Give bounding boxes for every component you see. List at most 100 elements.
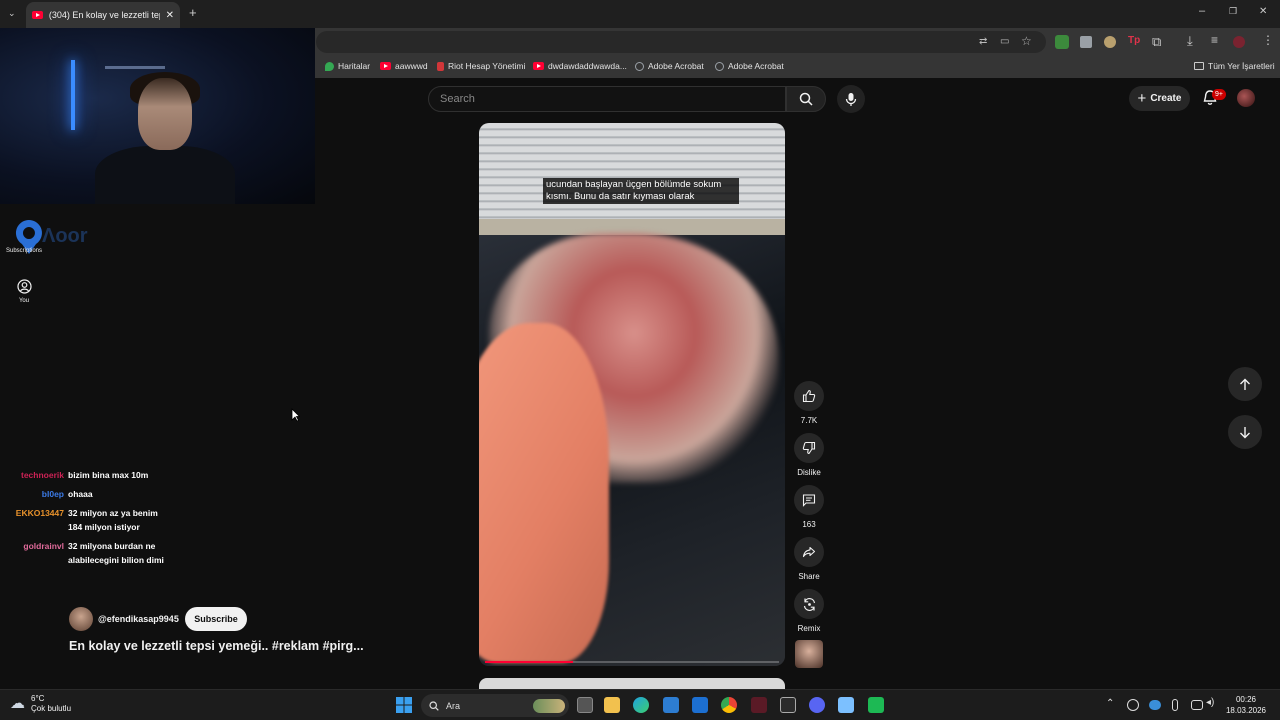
create-label: Create	[1150, 93, 1182, 104]
channel-avatar[interactable]	[69, 607, 93, 631]
voice-search-button[interactable]	[837, 85, 865, 113]
microphone-icon[interactable]	[1172, 699, 1178, 711]
sidebar-item-you[interactable]: You	[0, 279, 48, 304]
extension-icon[interactable]	[1104, 36, 1116, 48]
bookmark-item[interactable]: dwdawdaddwawda...	[533, 61, 627, 71]
windows-start-icon[interactable]	[396, 697, 412, 713]
bookmark-item[interactable]: Adobe Acrobat	[715, 61, 784, 71]
channel-handle[interactable]: @efendikasap9945	[98, 614, 179, 624]
create-button[interactable]: + Create	[1129, 86, 1190, 111]
sound-channel-thumbnail[interactable]	[795, 640, 823, 668]
minimize-icon[interactable]: –	[1199, 5, 1205, 17]
all-bookmarks-button[interactable]: Tüm Yer İşaretleri	[1194, 61, 1275, 71]
kebab-menu-icon[interactable]: ⋮	[1262, 33, 1274, 47]
search-button[interactable]	[786, 86, 826, 112]
outlook-icon[interactable]	[692, 697, 708, 713]
folder-icon	[1194, 62, 1204, 70]
like-count: 7.7K	[800, 416, 818, 425]
bookmark-item[interactable]: Adobe Acrobat	[635, 61, 704, 71]
shorts-video-player[interactable]: ucundan başlayan üçgen bölümde sokum kıs…	[479, 123, 785, 666]
next-video-peek[interactable]	[479, 678, 785, 689]
video-progress-fill	[485, 661, 574, 663]
taskbar-search-label: Ara	[446, 700, 461, 711]
system-tray-chevron-icon[interactable]: ⌃	[1106, 698, 1114, 709]
display-icon[interactable]	[1191, 700, 1203, 710]
video-title[interactable]: En kolay ve lezzetli tepsi yemeği.. #rek…	[69, 639, 364, 653]
chrome-icon[interactable]	[721, 697, 737, 713]
chat-text: 32 milyona burdan ne alabilecegini bilio…	[68, 541, 164, 565]
app-icon[interactable]	[868, 697, 884, 713]
video-progress-bar[interactable]	[485, 661, 779, 663]
extension-icon[interactable]	[1080, 36, 1092, 48]
chat-username: bl0ep	[41, 489, 64, 499]
chat-text: 32 milyon az ya benim 184 milyon istiyor	[68, 508, 158, 532]
taskbar-clock[interactable]: 00:26 18.03.2026	[1224, 694, 1268, 716]
bookmark-item[interactable]: Riot Hesap Yönetimi	[437, 61, 525, 71]
chat-message: EKKO13447 32 milyon az ya benim 184 mily…	[8, 506, 208, 534]
stream-chat-overlay: technoerik bizim bina max 10m bl0ep ohaa…	[8, 468, 208, 572]
tab-title: (304) En kolay ve lezzetli tepsi y	[48, 10, 160, 20]
task-view-icon[interactable]	[577, 697, 593, 713]
next-video-button[interactable]	[1228, 415, 1262, 449]
restore-icon[interactable]: ❐	[1229, 6, 1237, 17]
onedrive-icon[interactable]	[1149, 700, 1161, 710]
clock-time: 00:26	[1235, 695, 1257, 704]
bookmark-star-icon[interactable]: ☆	[1021, 34, 1032, 48]
plus-icon: +	[1137, 90, 1147, 107]
app-icon[interactable]	[838, 697, 854, 713]
like-button-circle	[794, 381, 824, 411]
sync-icon[interactable]	[1127, 699, 1139, 711]
new-tab-button[interactable]: +	[189, 5, 197, 20]
search-input[interactable]: Search	[428, 86, 786, 112]
browser-tab-active[interactable]: (304) En kolay ve lezzetli tepsi y ✕	[26, 2, 180, 28]
extensions-puzzle-icon[interactable]: ⧉	[1152, 34, 1161, 50]
comments-button[interactable]: 163	[793, 485, 825, 529]
bookmark-label: aawwwd	[395, 61, 428, 71]
chat-username: EKKO13447	[15, 508, 64, 518]
svg-text:Ʌoor: Ʌoor	[42, 225, 88, 247]
media-control-icon[interactable]: ≡	[1211, 33, 1218, 47]
download-icon[interactable]: ⤓	[1187, 33, 1193, 49]
clock-date: 18.03.2026	[1225, 706, 1267, 715]
like-button[interactable]: 7.7K	[793, 381, 825, 425]
edge-icon[interactable]	[633, 697, 649, 713]
previous-video-button[interactable]	[1228, 367, 1262, 401]
bookmark-item[interactable]: aawwwd	[380, 61, 428, 71]
discord-icon[interactable]	[809, 697, 825, 713]
chat-username: goldrainvl	[23, 541, 64, 551]
account-avatar[interactable]	[1237, 89, 1255, 107]
tab-search-chevron-icon[interactable]: ⌄	[8, 8, 16, 19]
app-icon[interactable]	[780, 697, 796, 713]
notification-badge: 9+	[1212, 89, 1226, 100]
bookmark-item[interactable]: Haritalar	[325, 61, 370, 71]
share-arrow-icon	[802, 546, 816, 558]
dislike-button[interactable]: Dislike	[793, 433, 825, 477]
subscribe-button[interactable]: Subscribe	[185, 607, 247, 631]
extension-icon[interactable]: Tp	[1128, 35, 1140, 46]
file-explorer-icon[interactable]	[604, 697, 620, 713]
sidebar-item-subscriptions[interactable]: Subscriptions	[0, 248, 48, 254]
close-window-icon[interactable]: ✕	[1259, 6, 1267, 17]
profile-avatar-icon[interactable]	[1233, 36, 1245, 48]
comment-icon	[802, 494, 816, 507]
search-icon	[799, 92, 813, 106]
chat-message: bl0ep ohaaa	[8, 487, 208, 501]
speaker-icon[interactable]: ◂)	[1206, 697, 1214, 708]
app-icon[interactable]	[751, 697, 767, 713]
share-button[interactable]: Share	[793, 537, 825, 581]
account-circle-icon	[16, 279, 32, 294]
store-icon[interactable]	[663, 697, 679, 713]
remix-button[interactable]: Remix	[793, 589, 825, 633]
translate-icon[interactable]: ⇄	[979, 36, 987, 47]
address-bar[interactable]: ⇄ ▭ ☆	[316, 31, 1046, 53]
weather-widget[interactable]: ☁ 6°C Çok bulutlu	[10, 694, 71, 714]
taskbar-search[interactable]: Ara	[421, 694, 569, 717]
tab-close-icon[interactable]: ✕	[166, 10, 174, 21]
maps-pin-icon	[325, 61, 334, 71]
cloud-icon: ☁	[10, 695, 25, 712]
remix-button-circle	[794, 589, 824, 619]
extension-icon[interactable]	[1055, 35, 1069, 49]
cast-icon[interactable]: ▭	[1000, 36, 1009, 47]
comments-button-circle	[794, 485, 824, 515]
streamer-webcam-overlay	[0, 28, 315, 204]
